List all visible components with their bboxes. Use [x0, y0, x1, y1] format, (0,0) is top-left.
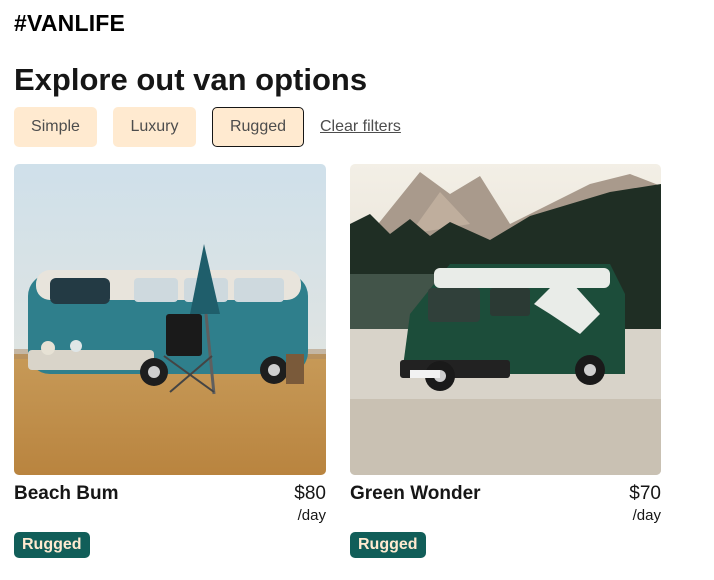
filter-bar: Simple Luxury Rugged Clear filters — [14, 107, 401, 147]
van-price-amount: $70 — [629, 483, 661, 504]
van-name: Beach Bum — [14, 483, 119, 504]
van-price-unit: /day — [632, 507, 661, 524]
van-price: $80 /day — [294, 483, 326, 524]
van-card-beach-bum[interactable]: Beach Bum $80 /day Rugged — [14, 164, 326, 558]
van-card-green-wonder[interactable]: Green Wonder $70 /day Rugged — [350, 164, 661, 558]
filter-simple-button[interactable]: Simple — [14, 107, 97, 147]
van-price: $70 /day — [629, 483, 661, 524]
van-name: Green Wonder — [350, 483, 481, 504]
page-title: Explore out van options — [14, 62, 368, 97]
van-price-unit: /day — [297, 507, 326, 524]
van-image-green-wonder[interactable] — [350, 164, 661, 475]
filter-rugged-button[interactable]: Rugged — [212, 107, 304, 147]
van-image-beach-bum[interactable] — [14, 164, 326, 475]
brand-logo[interactable]: #VANLIFE — [14, 10, 125, 37]
clear-filters-link[interactable]: Clear filters — [320, 118, 401, 136]
van-price-amount: $80 — [294, 483, 326, 504]
filter-luxury-button[interactable]: Luxury — [113, 107, 196, 147]
van-type-badge: Rugged — [14, 532, 90, 558]
van-type-badge: Rugged — [350, 532, 426, 558]
